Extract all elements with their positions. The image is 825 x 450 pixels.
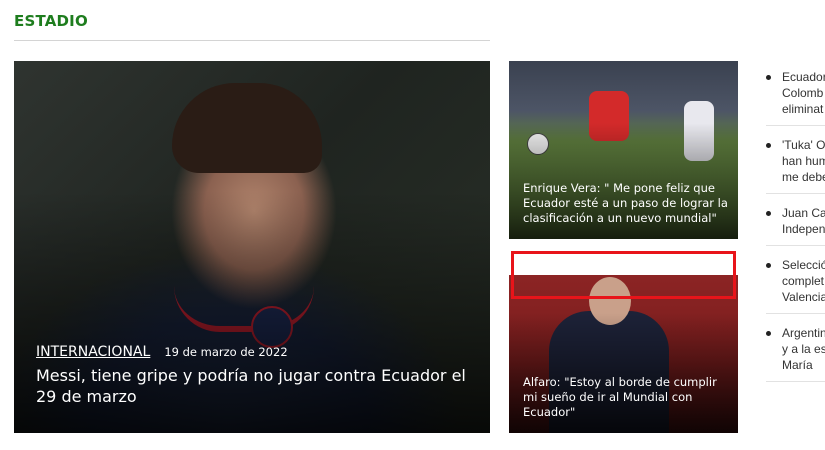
list-item-text[interactable]: 'Tuka' Or han hum me debe (782, 137, 825, 185)
list-item[interactable]: Argentin y a la es María (766, 322, 825, 382)
list-item-text[interactable]: Ecuador Colomb eliminat (782, 69, 825, 117)
side-story-caption[interactable]: Alfaro: "Estoy al borde de cumplir mi su… (523, 375, 728, 420)
main-story-headline[interactable]: Messi, tiene gripe y podría no jugar con… (36, 365, 466, 407)
main-story-meta: INTERNACIONAL 19 de marzo de 2022 (36, 344, 288, 360)
list-item[interactable]: Ecuador Colomb eliminat (766, 66, 825, 126)
list-item[interactable]: 'Tuka' Or han hum me debe (766, 134, 825, 194)
category-link[interactable]: INTERNACIONAL (36, 344, 150, 360)
list-item-text[interactable]: Selecció complet Valencia (782, 257, 825, 305)
list-item-text[interactable]: Juan Ca Indepen (782, 205, 825, 237)
side-story-caption[interactable]: Enrique Vera: " Me pone feliz que Ecuado… (523, 181, 728, 226)
side-news-list: Ecuador Colomb eliminat 'Tuka' Or han hu… (766, 66, 825, 390)
section-title[interactable]: ESTADIO (14, 12, 88, 30)
main-story-card[interactable]: INTERNACIONAL 19 de marzo de 2022 Messi,… (14, 61, 490, 433)
photo-detail (172, 83, 322, 173)
list-item[interactable]: Juan Ca Indepen (766, 202, 825, 246)
list-item[interactable]: Selecció complet Valencia (766, 254, 825, 314)
side-story-card[interactable]: Enrique Vera: " Me pone feliz que Ecuado… (509, 61, 738, 239)
list-item-text[interactable]: Argentin y a la es María (782, 325, 825, 373)
section-divider (14, 40, 490, 41)
story-date: 19 de marzo de 2022 (164, 345, 288, 359)
highlight-box (511, 251, 736, 299)
